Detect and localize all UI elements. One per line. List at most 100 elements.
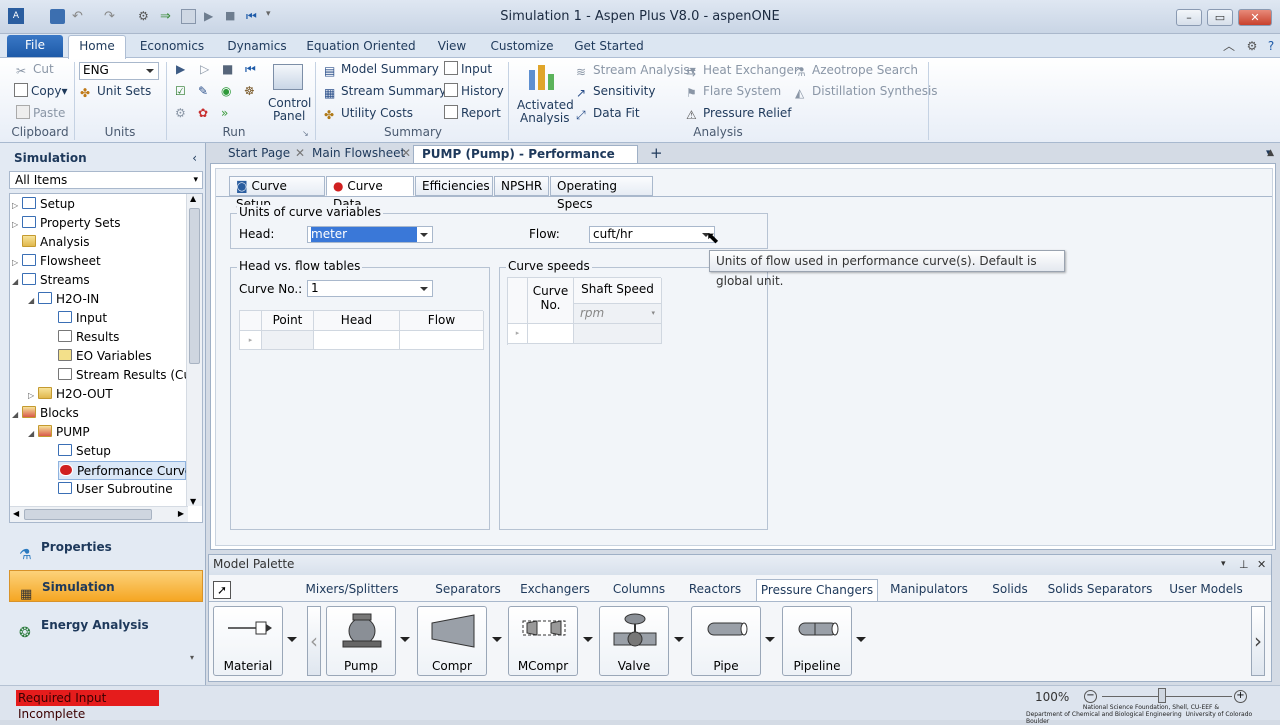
tree-node-streams[interactable]: ◢ Streams bbox=[12, 271, 90, 290]
step-button[interactable]: ▷ bbox=[200, 60, 209, 78]
units-select[interactable]: ENG bbox=[79, 62, 159, 80]
activated-analysis-icon[interactable] bbox=[526, 62, 558, 94]
palette-tab-reactors[interactable]: Reactors bbox=[683, 579, 747, 601]
tree-node-blocks[interactable]: ◢ Blocks bbox=[12, 404, 79, 423]
head-unit-select[interactable]: meter bbox=[307, 226, 433, 243]
close-palette-icon[interactable]: ✕ bbox=[1257, 555, 1266, 574]
scroll-thumb[interactable] bbox=[189, 208, 200, 364]
tab-equation-oriented[interactable]: Equation Oriented bbox=[306, 37, 416, 58]
stop-button[interactable]: ■ bbox=[222, 60, 233, 78]
palette-item-pump[interactable]: Pump bbox=[326, 606, 396, 676]
minimize-button[interactable]: – bbox=[1176, 9, 1202, 26]
stream-analysis-button[interactable]: ≋ Stream Analysis▾ bbox=[576, 61, 696, 79]
history-button[interactable]: History bbox=[444, 82, 504, 100]
tree-node-input[interactable]: Input bbox=[58, 309, 107, 328]
palette-item-pipeline[interactable]: Pipeline bbox=[782, 606, 852, 676]
close-tab-icon[interactable]: ✕ bbox=[401, 145, 411, 161]
sheettab-operating-specs[interactable]: Operating Specs bbox=[550, 176, 653, 211]
next-run-icon[interactable]: » bbox=[221, 104, 228, 122]
cell-shaft-speed[interactable] bbox=[574, 324, 662, 344]
tree-node-performance-curves[interactable]: Performance Curves bbox=[58, 461, 199, 480]
run-launcher-icon[interactable]: ↘ bbox=[302, 129, 309, 138]
tab-home[interactable]: Home bbox=[68, 35, 126, 59]
tree-node-pump[interactable]: ◢ PUMP bbox=[28, 423, 90, 442]
row-marker[interactable]: ▸ bbox=[240, 331, 262, 350]
cell-head[interactable] bbox=[314, 331, 400, 350]
palette-tab-mixers-splitters[interactable]: Mixers/Splitters bbox=[295, 579, 409, 601]
palette-menu-icon[interactable]: ▾ bbox=[1221, 555, 1226, 574]
chevron-down-icon[interactable] bbox=[287, 637, 297, 642]
curve-no-select[interactable]: 1 bbox=[307, 280, 433, 297]
select-mode-button[interactable]: ➚ bbox=[213, 581, 231, 599]
collapse-ribbon-icon[interactable]: ︿ bbox=[1222, 37, 1236, 58]
paste-button[interactable]: Paste bbox=[16, 104, 65, 122]
palette-item-material[interactable]: Material bbox=[213, 606, 283, 676]
collapse-icon[interactable]: ◢ bbox=[12, 272, 22, 291]
collapse-icon[interactable]: ◢ bbox=[28, 424, 38, 443]
edit-icon[interactable]: ✎ bbox=[198, 82, 208, 100]
tree-node-user-subroutine[interactable]: User Subroutine bbox=[58, 480, 173, 499]
azeotrope-search-button[interactable]: ⚗ Azeotrope Search bbox=[795, 61, 918, 79]
chevron-down-icon[interactable] bbox=[674, 637, 684, 642]
palette-tab-solids-separators[interactable]: Solids Separators bbox=[1047, 579, 1153, 601]
collapse-nav-icon[interactable]: ‹ bbox=[192, 148, 197, 168]
control-panel-button-line2[interactable]: Panel bbox=[273, 107, 305, 125]
expand-icon[interactable]: ▷ bbox=[12, 196, 22, 215]
palette-scroll-right[interactable]: › bbox=[1251, 606, 1265, 676]
tab-customize[interactable]: Customize bbox=[488, 37, 556, 58]
sheettab-curve-setup[interactable]: ◙ Curve Setup bbox=[229, 176, 325, 211]
nav-button-simulation[interactable]: ▦ Simulation bbox=[9, 570, 203, 602]
nav-button-properties[interactable]: ⚗ Properties bbox=[9, 531, 203, 563]
check-icon[interactable]: ☑ bbox=[175, 82, 186, 100]
reinit-icon[interactable]: ◉ bbox=[221, 82, 231, 100]
nav-filter-select[interactable]: All Items ▾ bbox=[9, 171, 203, 189]
pressure-relief-button[interactable]: ⚠ Pressure Relief bbox=[686, 104, 792, 122]
shaft-speed-unit-select[interactable]: rpm ▾ bbox=[574, 304, 662, 324]
scroll-right-icon[interactable]: ▶ bbox=[178, 509, 184, 518]
heat-exchanger-button[interactable]: ⇆ Heat Exchanger bbox=[686, 61, 799, 79]
chevron-down-icon[interactable] bbox=[856, 637, 866, 642]
tab-file[interactable]: File bbox=[7, 35, 63, 57]
palette-item-pipe[interactable]: Pipe bbox=[691, 606, 761, 676]
tree-node-results[interactable]: Results bbox=[58, 328, 119, 347]
control-panel-icon[interactable] bbox=[273, 64, 303, 90]
tree-node-flowsheet[interactable]: ▷ Flowsheet bbox=[12, 252, 101, 271]
scroll-up-icon[interactable]: ▲ bbox=[190, 194, 196, 203]
expand-icon[interactable]: ▷ bbox=[12, 253, 22, 272]
input-button[interactable]: Input bbox=[444, 60, 492, 78]
cut-button[interactable]: ✂ Cut bbox=[16, 60, 54, 78]
cell-curve-no[interactable] bbox=[528, 324, 574, 344]
stream-summary-button[interactable]: ▦Stream Summary▾ bbox=[324, 82, 452, 100]
sensitivity-button[interactable]: ↗ Sensitivity bbox=[576, 82, 655, 100]
zoom-slider-thumb[interactable] bbox=[1158, 688, 1166, 703]
collapse-icon[interactable]: ◢ bbox=[12, 405, 22, 424]
data-fit-button[interactable]: ⤢ Data Fit bbox=[576, 104, 640, 122]
tree-node-eo-variables[interactable]: EO Variables bbox=[58, 347, 152, 366]
doctab-main-flowsheet[interactable]: Main Flowsheet ✕ bbox=[304, 145, 414, 163]
tree-node-analysis[interactable]: Analysis bbox=[12, 233, 89, 252]
zoom-in-icon[interactable]: + bbox=[1234, 690, 1247, 703]
distillation-synthesis-button[interactable]: ◭ Distillation Synthesis bbox=[795, 82, 938, 100]
zoom-slider[interactable] bbox=[1102, 696, 1232, 697]
chevron-down-icon[interactable] bbox=[765, 637, 775, 642]
palette-item-compr[interactable]: Compr bbox=[417, 606, 487, 676]
tree-node-h2o-out[interactable]: ▷ H2O-OUT bbox=[28, 385, 113, 404]
tab-dynamics[interactable]: Dynamics bbox=[222, 37, 292, 58]
run-button[interactable]: ▶ bbox=[176, 60, 185, 78]
tree-node-h2o-in[interactable]: ◢ H2O-IN bbox=[28, 290, 99, 309]
sheettab-curve-data[interactable]: ● Curve Data bbox=[326, 176, 414, 211]
tree-node-pump-setup[interactable]: Setup bbox=[58, 442, 111, 461]
unit-sets-button[interactable]: ✤ Unit Sets bbox=[80, 82, 151, 100]
scroll-left-icon[interactable]: ◀ bbox=[13, 509, 19, 518]
scroll-thumb[interactable] bbox=[24, 509, 152, 520]
tree-node-property-sets[interactable]: ▷ Property Sets bbox=[12, 214, 121, 233]
utility-costs-button[interactable]: ✤ Utility Costs bbox=[324, 104, 413, 122]
palette-item-valve[interactable]: Valve bbox=[599, 606, 669, 676]
tree-vertical-scrollbar[interactable]: ▲ ▼ bbox=[186, 194, 202, 506]
nav-configure-icon[interactable]: ▾ bbox=[190, 653, 194, 662]
reconcile-run-icon[interactable]: ☸ bbox=[244, 82, 255, 100]
copy-button[interactable]: Copy▾ bbox=[14, 82, 67, 100]
reset-button[interactable]: ⏮ bbox=[245, 60, 256, 78]
palette-tab-columns[interactable]: Columns bbox=[607, 579, 671, 601]
doctab-performance-curves[interactable]: PUMP (Pump) - Performance Curves✕ bbox=[413, 145, 638, 177]
